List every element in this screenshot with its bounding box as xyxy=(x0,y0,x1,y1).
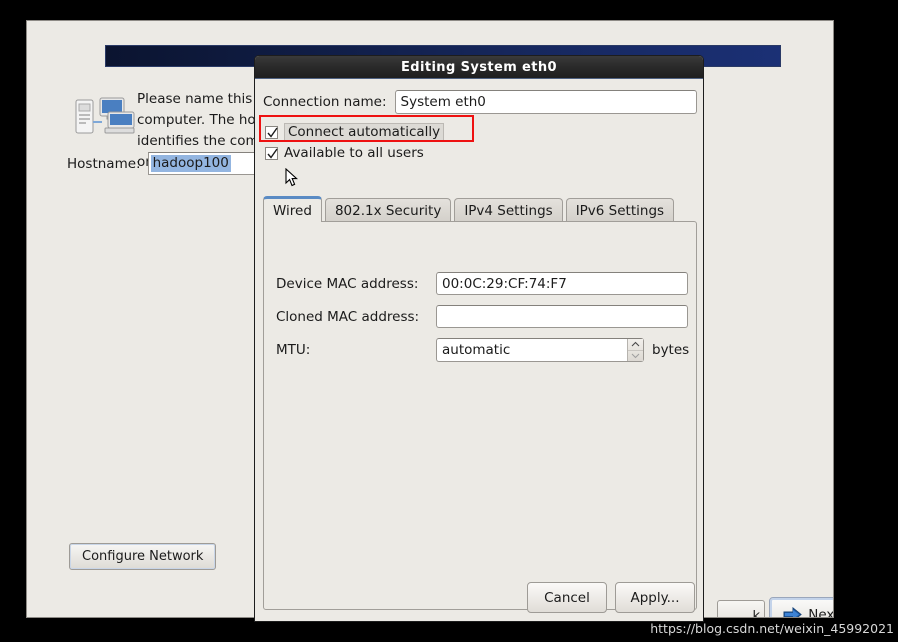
tab-wired[interactable]: Wired xyxy=(263,196,322,222)
connect-automatically-checkbox[interactable] xyxy=(265,125,278,139)
connect-automatically-checkbox-row[interactable]: Connect automatically xyxy=(265,123,445,141)
arrow-right-icon xyxy=(783,606,803,617)
connection-name-row: Connection name: System eth0 xyxy=(263,90,697,114)
configure-network-button[interactable]: Configure Network xyxy=(69,543,217,570)
screenshot-root: Please name this computer. The hostname … xyxy=(0,0,898,642)
cloned-mac-label: Cloned MAC address: xyxy=(276,308,420,325)
next-button[interactable]: Next xyxy=(769,597,834,618)
dialog-action-buttons: Cancel Apply... xyxy=(527,582,695,613)
connection-name-input[interactable]: System eth0 xyxy=(394,90,697,114)
apply-button[interactable]: Apply... xyxy=(615,582,695,613)
available-to-all-users-label: Available to all users xyxy=(284,145,424,161)
mouse-cursor-icon xyxy=(285,167,299,187)
mtu-unit-label: bytes xyxy=(652,342,690,358)
cloned-mac-input[interactable] xyxy=(436,305,688,328)
chevron-up-icon[interactable] xyxy=(628,339,643,351)
hostname-input-value: hadoop100 xyxy=(150,155,231,172)
mtu-stepper[interactable]: automatic xyxy=(436,338,644,362)
editing-connection-dialog: Editing System eth0 Connection name: Sys… xyxy=(254,55,704,622)
connection-name-label: Connection name: xyxy=(263,94,387,110)
dialog-titlebar[interactable]: Editing System eth0 xyxy=(255,56,703,79)
tab-8021x-security[interactable]: 802.1x Security xyxy=(324,198,452,222)
network-computers-icon xyxy=(74,94,136,140)
mtu-row: MTU: automatic bytes xyxy=(276,338,689,362)
mtu-spinner-buttons xyxy=(627,339,643,361)
settings-tabs: Wired 802.1x Security IPv4 Settings IPv6… xyxy=(263,196,677,222)
dialog-body: Connection name: System eth0 Connect aut… xyxy=(255,79,703,622)
wired-tab-panel: Device MAC address: 00:0C:29:CF:74:F7 Cl… xyxy=(263,221,697,610)
available-to-all-users-checkbox-row[interactable]: Available to all users xyxy=(265,145,424,161)
device-mac-row: Device MAC address: 00:0C:29:CF:74:F7 xyxy=(276,272,688,295)
connect-automatically-label: Connect automatically xyxy=(284,123,445,141)
mtu-label: MTU: xyxy=(276,342,311,358)
device-mac-label: Device MAC address: xyxy=(276,275,419,292)
tab-ipv6-settings[interactable]: IPv6 Settings xyxy=(565,198,675,222)
watermark-text: https://blog.csdn.net/weixin_45992021 xyxy=(650,621,894,636)
chevron-down-icon[interactable] xyxy=(628,351,643,362)
hostname-label: Hostname: xyxy=(67,155,141,172)
cancel-button[interactable]: Cancel xyxy=(527,582,607,613)
cloned-mac-row: Cloned MAC address: xyxy=(276,305,688,328)
mtu-input[interactable]: automatic xyxy=(437,339,627,361)
available-to-all-users-checkbox[interactable] xyxy=(265,146,278,160)
back-button[interactable]: k xyxy=(717,600,765,617)
tab-ipv4-settings[interactable]: IPv4 Settings xyxy=(454,198,563,222)
device-mac-input[interactable]: 00:0C:29:CF:74:F7 xyxy=(436,272,688,295)
next-button-label: Next xyxy=(808,606,834,618)
dialog-title: Editing System eth0 xyxy=(400,59,557,75)
